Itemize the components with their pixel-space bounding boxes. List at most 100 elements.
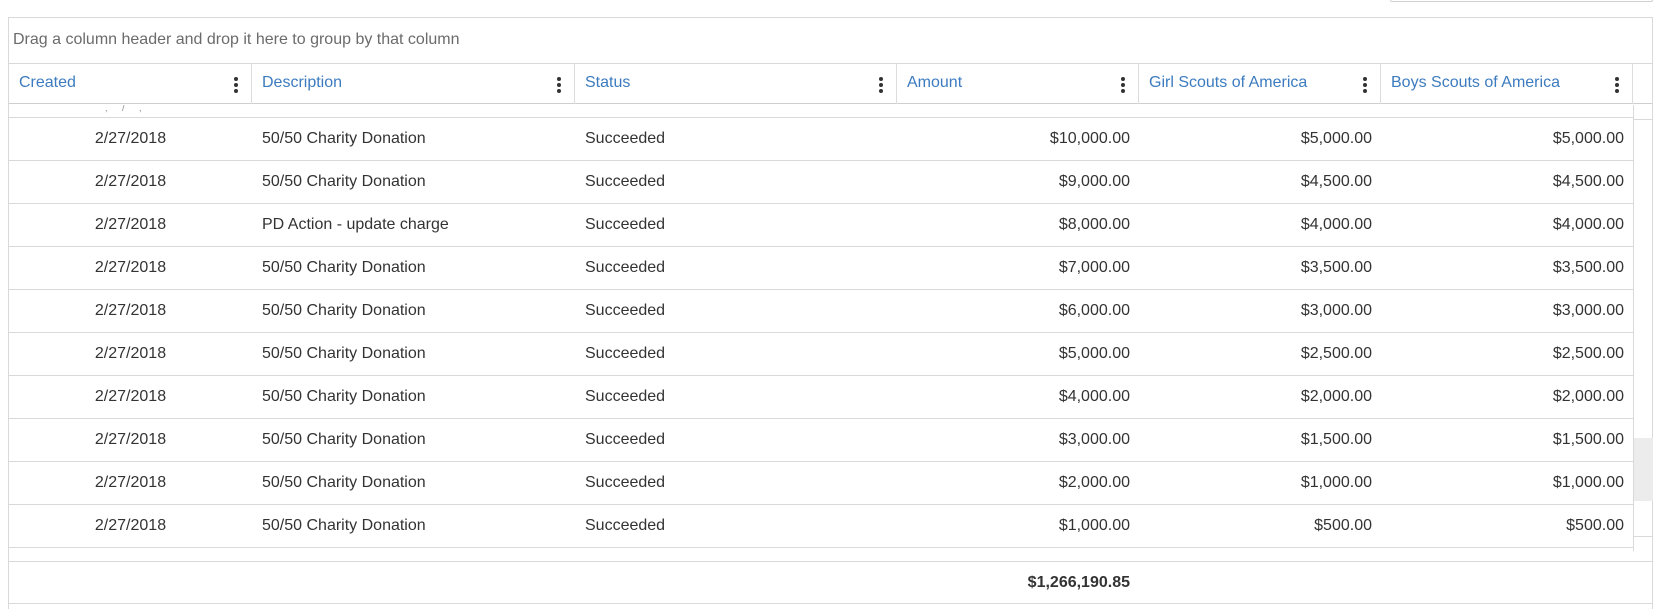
cell-created: 2/27/2018 (94, 345, 167, 362)
cell-amount: $1,000.00 (1058, 517, 1130, 534)
cell-boys-scouts: $5,000.00 (1552, 130, 1624, 147)
cell-boys-scouts: $2,500.00 (1552, 345, 1624, 362)
scroll-up-button[interactable] (1634, 105, 1653, 120)
table-row[interactable]: 2/27/2018 50/50 Charity Donation Succeed… (9, 376, 1633, 419)
cell-description: PD Action - update charge (262, 216, 449, 233)
cell-description: 50/50 Charity Donation (262, 345, 426, 362)
column-header-status[interactable]: Status (575, 64, 897, 104)
cell-created: 2/27/2018 (94, 431, 167, 448)
column-header-boys-scouts[interactable]: Boys Scouts of America (1381, 64, 1633, 104)
cell-boys-scouts: $2,000.00 (1552, 388, 1624, 405)
cell-created: 2/27/2018 (94, 302, 167, 319)
column-header-girl-scouts[interactable]: Girl Scouts of America (1139, 64, 1381, 104)
cell-girl-scouts: $1,500.00 (1300, 431, 1372, 448)
cell-boys-scouts: $3,500.00 (1552, 259, 1624, 276)
cell-created: 2/27/2018 (94, 130, 167, 147)
column-menu-icon[interactable] (1116, 75, 1130, 95)
cell-boys-scouts: $3,000.00 (1552, 302, 1624, 319)
partial-row: , / , (9, 105, 1633, 118)
column-menu-icon[interactable] (229, 75, 243, 95)
table-row[interactable]: 2/27/2018 50/50 Charity Donation Succeed… (9, 118, 1633, 161)
column-header-label[interactable]: Description (262, 74, 342, 91)
table-row[interactable]: 2/27/2018 50/50 Charity Donation Succeed… (9, 419, 1633, 462)
cell-girl-scouts: $5,000.00 (1300, 130, 1372, 147)
cell-girl-scouts: $1,000.00 (1300, 474, 1372, 491)
column-header-label[interactable]: Boys Scouts of America (1391, 74, 1560, 91)
amount-total: $1,266,190.85 (1027, 574, 1130, 591)
cell-boys-scouts: $4,000.00 (1552, 216, 1624, 233)
cell-description: 50/50 Charity Donation (262, 259, 426, 276)
cell-girl-scouts: $2,000.00 (1300, 388, 1372, 405)
cell-status: Succeeded (585, 302, 666, 319)
group-by-panel[interactable]: Drag a column header and drop it here to… (9, 18, 1652, 64)
cell-description: 50/50 Charity Donation (262, 173, 426, 190)
column-header-label[interactable]: Status (585, 74, 630, 91)
cell-amount: $3,000.00 (1058, 431, 1130, 448)
cell-description: 50/50 Charity Donation (262, 302, 426, 319)
table-row[interactable]: 2/27/2018 50/50 Charity Donation Succeed… (9, 505, 1633, 548)
cell-created: 2/27/2018 (94, 216, 167, 233)
cell-boys-scouts: $1,500.00 (1552, 431, 1624, 448)
table-row[interactable]: 2/27/2018 50/50 Charity Donation Succeed… (9, 333, 1633, 376)
partial-row-glyphs: , / , (105, 105, 148, 113)
cell-girl-scouts: $4,000.00 (1300, 216, 1372, 233)
grid-footer: $1,266,190.85 (9, 561, 1652, 604)
grid-body: , / , 2/27/2018 50/50 Charity Donation S… (9, 105, 1633, 552)
cell-girl-scouts: $4,500.00 (1300, 173, 1372, 190)
cell-amount: $9,000.00 (1058, 173, 1130, 190)
cell-girl-scouts: $3,000.00 (1300, 302, 1372, 319)
cell-boys-scouts: $1,000.00 (1552, 474, 1624, 491)
column-menu-icon[interactable] (1358, 75, 1372, 95)
vertical-scrollbar[interactable] (1633, 105, 1653, 551)
cell-created: 2/27/2018 (94, 517, 167, 534)
cell-boys-scouts: $4,500.00 (1552, 173, 1624, 190)
grid-header: Created Description Status Amount Girl S… (9, 64, 1652, 104)
cell-created: 2/27/2018 (94, 388, 167, 405)
cell-girl-scouts: $3,500.00 (1300, 259, 1372, 276)
cell-description: 50/50 Charity Donation (262, 517, 426, 534)
cell-description: 50/50 Charity Donation (262, 431, 426, 448)
cell-amount: $8,000.00 (1058, 216, 1130, 233)
cell-description: 50/50 Charity Donation (262, 474, 426, 491)
table-row[interactable]: 2/27/2018 PD Action - update charge Succ… (9, 204, 1633, 247)
column-header-label[interactable]: Girl Scouts of America (1149, 74, 1307, 91)
cell-amount: $4,000.00 (1058, 388, 1130, 405)
cell-girl-scouts: $500.00 (1314, 517, 1372, 534)
column-header-label[interactable]: Amount (907, 74, 962, 91)
cell-status: Succeeded (585, 431, 666, 448)
cell-status: Succeeded (585, 517, 666, 534)
cell-created: 2/27/2018 (94, 173, 167, 190)
column-header-amount[interactable]: Amount (897, 64, 1139, 104)
cell-status: Succeeded (585, 345, 666, 362)
column-header-created[interactable]: Created (9, 64, 252, 104)
cell-status: Succeeded (585, 388, 666, 405)
group-by-hint: Drag a column header and drop it here to… (13, 31, 460, 48)
table-row[interactable]: 2/27/2018 50/50 Charity Donation Succeed… (9, 161, 1633, 204)
column-menu-icon[interactable] (1610, 75, 1624, 95)
cell-status: Succeeded (585, 216, 666, 233)
cell-status: Succeeded (585, 474, 666, 491)
cell-created: 2/27/2018 (94, 259, 167, 276)
column-header-description[interactable]: Description (252, 64, 575, 104)
cell-amount: $7,000.00 (1058, 259, 1130, 276)
scroll-thumb[interactable] (1634, 438, 1653, 501)
scroll-down-button[interactable] (1634, 536, 1653, 551)
column-menu-icon[interactable] (874, 75, 888, 95)
column-menu-icon[interactable] (552, 75, 566, 95)
cell-status: Succeeded (585, 130, 666, 147)
cell-created: 2/27/2018 (94, 474, 167, 491)
cell-description: 50/50 Charity Donation (262, 130, 426, 147)
cell-status: Succeeded (585, 173, 666, 190)
table-row[interactable]: 2/27/2018 50/50 Charity Donation Succeed… (9, 290, 1633, 333)
table-row[interactable]: 2/27/2018 50/50 Charity Donation Succeed… (9, 247, 1633, 290)
header-scroll-spacer (1633, 64, 1653, 104)
cell-status: Succeeded (585, 259, 666, 276)
cell-description: 50/50 Charity Donation (262, 388, 426, 405)
table-row[interactable]: 2/27/2018 50/50 Charity Donation Succeed… (9, 462, 1633, 505)
top-right-input[interactable] (1390, 0, 1653, 2)
cell-boys-scouts: $500.00 (1566, 517, 1624, 534)
cell-amount: $2,000.00 (1058, 474, 1130, 491)
cell-amount: $6,000.00 (1058, 302, 1130, 319)
column-header-label[interactable]: Created (19, 74, 76, 91)
cell-amount: $10,000.00 (1049, 130, 1130, 147)
